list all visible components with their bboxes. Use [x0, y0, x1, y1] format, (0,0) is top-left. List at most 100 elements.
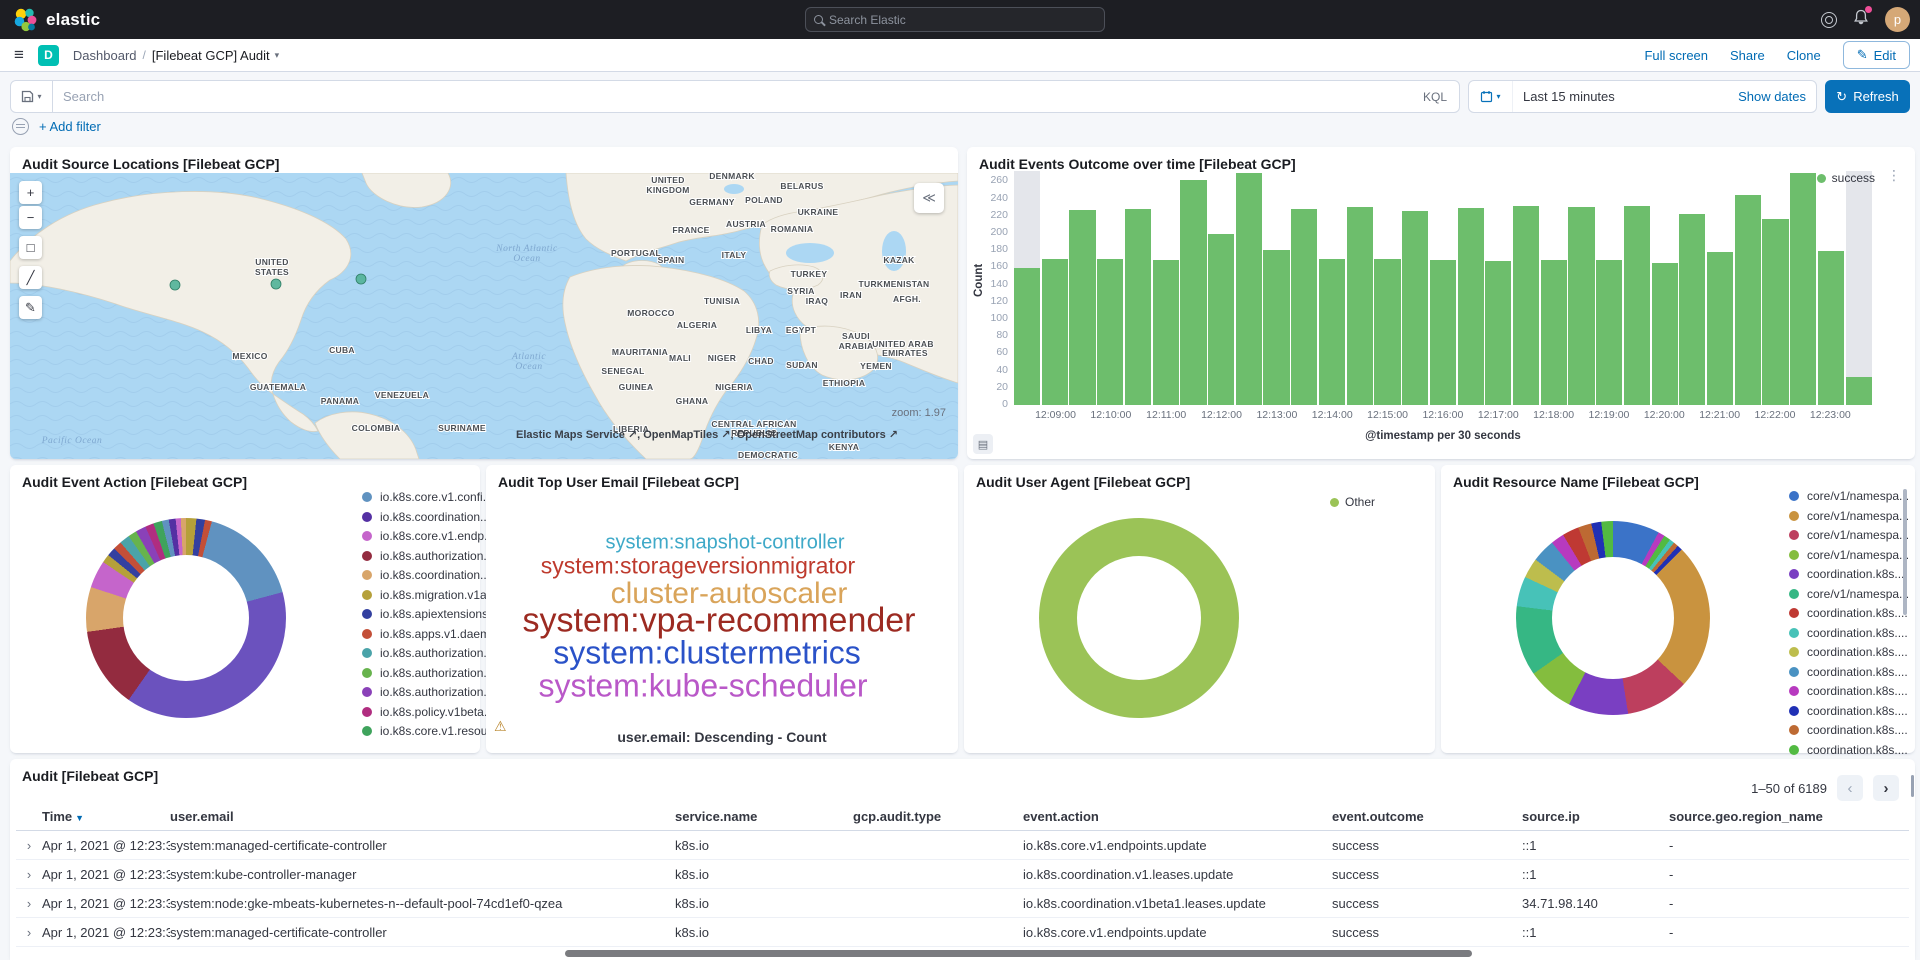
refresh-button[interactable]: ↻Refresh — [1825, 80, 1910, 113]
expand-row-button[interactable]: › — [16, 925, 42, 940]
chart-legend[interactable]: Other — [1330, 495, 1375, 509]
bar[interactable] — [1541, 171, 1567, 405]
bar[interactable] — [1263, 171, 1289, 405]
zoom-out-button[interactable]: − — [19, 206, 42, 229]
global-search[interactable] — [805, 7, 1105, 32]
chart-legend[interactable]: success — [1817, 171, 1875, 185]
column-header[interactable]: Time▼ — [42, 809, 170, 824]
filter-menu-icon[interactable] — [12, 118, 29, 135]
prev-page-button[interactable]: ‹ — [1837, 775, 1863, 801]
fit-to-data-button[interactable]: □ — [19, 236, 42, 259]
map-tools-button[interactable]: ✎ — [19, 296, 42, 319]
bar[interactable] — [1402, 171, 1428, 405]
legend-item[interactable]: io.k8s.core.v1.confi... — [362, 490, 500, 504]
bar[interactable] — [1153, 171, 1179, 405]
tag-cloud-word[interactable]: system:storageversionmigrator — [541, 553, 855, 580]
legend-scrollbar[interactable] — [1903, 489, 1907, 615]
bar[interactable] — [1568, 171, 1594, 405]
bar[interactable] — [1125, 171, 1151, 405]
map-attribution[interactable]: Elastic Maps Service ↗, OpenMapTiles ↗, … — [516, 428, 898, 441]
saved-query-menu-button[interactable]: ▾ — [11, 81, 53, 112]
global-search-input[interactable] — [829, 13, 1096, 27]
table-scrollbar[interactable] — [1911, 775, 1914, 797]
query-input[interactable]: Search — [53, 89, 1423, 104]
legend-item[interactable]: coordination.k8s.... — [1789, 743, 1909, 757]
legend-item[interactable]: core/v1/namespa... — [1789, 489, 1909, 503]
help-icon[interactable] — [1821, 12, 1837, 28]
chevron-down-icon[interactable]: ▾ — [275, 50, 280, 61]
bar[interactable] — [1818, 171, 1844, 405]
bar[interactable] — [1458, 171, 1484, 405]
bar[interactable] — [1707, 171, 1733, 405]
bar[interactable] — [1513, 171, 1539, 405]
legend-item[interactable]: io.k8s.apps.v1.daem... — [362, 627, 500, 641]
bar[interactable] — [1485, 171, 1511, 405]
query-language-button[interactable]: KQL — [1423, 90, 1459, 104]
legend-item[interactable]: coordination.k8s.... — [1789, 665, 1909, 679]
bar[interactable] — [1069, 171, 1095, 405]
edit-button[interactable]: ✎Edit — [1843, 41, 1910, 69]
legend-item[interactable]: coordination.k8s.... — [1789, 606, 1909, 620]
expand-row-button[interactable]: › — [16, 838, 42, 853]
legend-item[interactable]: io.k8s.coordination.... — [362, 510, 500, 524]
bar[interactable] — [1762, 171, 1788, 405]
horizontal-scrollbar[interactable] — [565, 950, 1472, 957]
tag-cloud-word[interactable]: system:snapshot-controller — [606, 532, 845, 555]
legend-item[interactable]: coordination.k8s.... — [1789, 626, 1909, 640]
map-data-point[interactable] — [271, 279, 281, 289]
bar[interactable] — [1291, 171, 1317, 405]
map-data-point[interactable] — [356, 274, 366, 284]
bar[interactable] — [1208, 171, 1234, 405]
legend-item[interactable]: io.k8s.authorization.... — [362, 685, 500, 699]
bar[interactable] — [1624, 171, 1650, 405]
expand-row-button[interactable]: › — [16, 896, 42, 911]
bar[interactable] — [1180, 171, 1206, 405]
legend-item[interactable]: io.k8s.core.v1.endp... — [362, 529, 500, 543]
elastic-logo[interactable]: elastic — [0, 7, 100, 33]
legend-item[interactable]: coordination.k8s.... — [1789, 723, 1909, 737]
menu-icon[interactable]: ≡ — [0, 45, 38, 65]
bar[interactable] — [1042, 171, 1068, 405]
bar[interactable] — [1430, 171, 1456, 405]
legend-item[interactable]: coordination.k8s.... — [1789, 567, 1909, 581]
bar[interactable] — [1097, 171, 1123, 405]
legend-item[interactable]: coordination.k8s.... — [1789, 704, 1909, 718]
next-page-button[interactable]: › — [1873, 775, 1899, 801]
bar[interactable] — [1347, 171, 1373, 405]
avatar[interactable]: p — [1885, 7, 1910, 32]
draw-tool-button[interactable]: ╱ — [19, 266, 42, 289]
panel-options-icon[interactable]: ⋮ — [1887, 167, 1901, 184]
bar[interactable] — [1846, 171, 1872, 405]
bar[interactable] — [1596, 171, 1622, 405]
column-header[interactable]: source.ip — [1522, 809, 1669, 824]
column-header[interactable]: source.geo.region_name — [1669, 809, 1909, 824]
bar[interactable] — [1790, 171, 1816, 405]
legend-item[interactable]: io.k8s.authorization.... — [362, 549, 500, 563]
full-screen-button[interactable]: Full screen — [1644, 48, 1708, 63]
add-filter-button[interactable]: + Add filter — [39, 119, 101, 134]
column-header[interactable]: event.action — [1023, 809, 1332, 824]
legend-item[interactable]: io.k8s.core.v1.resou... — [362, 724, 500, 738]
legend-item[interactable]: core/v1/namespa... — [1789, 587, 1909, 601]
legend-toggle-button[interactable]: ▤ — [973, 434, 993, 454]
clone-button[interactable]: Clone — [1787, 48, 1821, 63]
legend-item[interactable]: io.k8s.policy.v1beta... — [362, 705, 500, 719]
bar[interactable] — [1319, 171, 1345, 405]
world-map[interactable]: North AtlanticOceanAtlanticOceanPacific … — [10, 173, 958, 459]
time-range-value[interactable]: Last 15 minutes — [1513, 89, 1738, 104]
tag-cloud-word[interactable]: system:kube-scheduler — [538, 668, 867, 705]
legend-item[interactable]: core/v1/namespa... — [1789, 509, 1909, 523]
notifications-button[interactable] — [1853, 9, 1869, 31]
bar[interactable] — [1236, 171, 1262, 405]
breadcrumb-dashboard[interactable]: Dashboard — [73, 48, 137, 63]
legend-item[interactable]: coordination.k8s.... — [1789, 645, 1909, 659]
column-header[interactable]: gcp.audit.type — [853, 809, 1023, 824]
bar[interactable] — [1014, 171, 1040, 405]
column-header[interactable]: user.email — [170, 809, 675, 824]
expand-row-button[interactable]: › — [16, 867, 42, 882]
bar[interactable] — [1735, 171, 1761, 405]
legend-item[interactable]: io.k8s.apiextensions... — [362, 607, 500, 621]
map-data-point[interactable] — [170, 280, 180, 290]
legend-item[interactable]: io.k8s.authorization.... — [362, 666, 500, 680]
date-quick-select-button[interactable]: ▾ — [1469, 81, 1513, 112]
